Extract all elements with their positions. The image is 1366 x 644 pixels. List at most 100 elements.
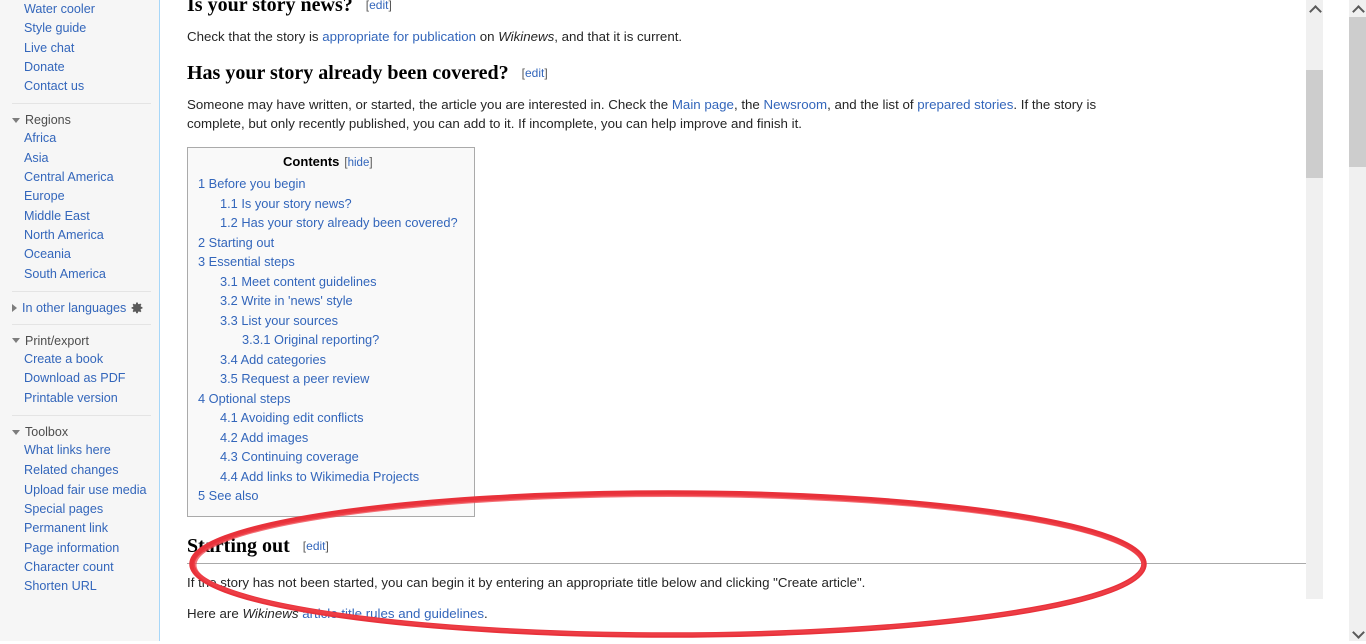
sidebar-item-donate[interactable]: Donate <box>0 58 159 77</box>
list-item: Special pages <box>0 500 159 519</box>
scroll-up-button[interactable] <box>1306 0 1323 18</box>
list-item: Central America <box>0 168 159 187</box>
sidebar-tool-what-links-here[interactable]: What links here <box>0 441 159 460</box>
edit-link-has-your-story-been-covered[interactable]: [edit] <box>522 66 548 80</box>
toc-link-is-your-story-news-[interactable]: 1.1 Is your story news? <box>220 196 352 211</box>
sidebar-item-water-cooler[interactable]: Water cooler <box>0 0 159 19</box>
sidebar-print-download-as-pdf[interactable]: Download as PDF <box>0 369 159 388</box>
list-item: Related changes <box>0 461 159 480</box>
toc-link-has-your-story-already-been-covered-[interactable]: 1.2 Has your story already been covered? <box>220 215 458 230</box>
chevron-right-icon <box>12 303 17 312</box>
sidebar-region-europe[interactable]: Europe <box>0 187 159 206</box>
link-appropriate-for-publication[interactable]: appropriate for publication <box>322 29 476 44</box>
inner-panel-scrollbar[interactable] <box>1306 0 1323 599</box>
toc-link-starting-out[interactable]: 2 Starting out <box>198 235 274 250</box>
toc-link-optional-steps[interactable]: 4 Optional steps <box>198 391 290 406</box>
link-article-title-rules[interactable]: article title rules and guidelines <box>302 606 484 621</box>
toc-item: 3.2 Write in 'news' style <box>198 291 458 311</box>
list-item: Upload fair use media <box>0 480 159 500</box>
list-item: Live chat <box>0 39 159 58</box>
sidebar-heading-regions[interactable]: Regions <box>0 109 159 129</box>
chevron-down-icon <box>1351 625 1365 639</box>
edit-link-is-your-story-news[interactable]: [edit] <box>366 0 392 12</box>
sidebar-print-create-a-book[interactable]: Create a book <box>0 350 159 369</box>
scroll-down-button[interactable] <box>1349 624 1366 641</box>
toc-title: Contents [hide] <box>198 154 458 169</box>
table-of-contents: Contents [hide] 1 Before you begin 1.1 Is … <box>187 147 475 517</box>
sidebar-tool-permanent-link[interactable]: Permanent link <box>0 519 159 538</box>
list-item: Permanent link <box>0 519 159 538</box>
toc-link-write-in-news-style[interactable]: 3.2 Write in 'news' style <box>220 293 353 308</box>
sidebar-tool-related-changes[interactable]: Related changes <box>0 461 159 480</box>
toc-item: 3.3 List your sources <box>198 311 458 331</box>
toc-link-meet-content-guidelines[interactable]: 3.1 Meet content guidelines <box>220 274 377 289</box>
paragraph-is-your-story-news: Check that the story is appropriate for … <box>187 29 683 44</box>
link-prepared-stories[interactable]: prepared stories <box>917 97 1013 112</box>
sidebar-item-style-guide[interactable]: Style guide <box>0 19 159 38</box>
toc-link-add-images[interactable]: 4.2 Add images <box>220 430 308 445</box>
sidebar-region-middle-east[interactable]: Middle East <box>0 207 159 226</box>
sidebar-other-languages-label[interactable]: In other languages <box>22 301 126 315</box>
sidebar-region-asia[interactable]: Asia <box>0 149 159 168</box>
toc-item: 1.2 Has your story already been covered? <box>198 213 458 233</box>
toc-link-original-reporting-[interactable]: 3.3.1 Original reporting? <box>242 332 379 347</box>
toc-item: 4.1 Avoiding edit conflicts <box>198 408 458 428</box>
toc-item: 3 Essential steps <box>198 252 458 272</box>
sidebar-section-regions: Regions Africa Asia Central America Europe M… <box>0 109 159 283</box>
scroll-up-button[interactable] <box>1349 0 1366 18</box>
paragraph-has-your-story-been-covered: Someone may have written, or started, th… <box>187 97 1097 131</box>
list-item: Asia <box>0 149 159 168</box>
toc-link-before-you-begin[interactable]: 1 Before you begin <box>198 176 305 191</box>
sidebar-tool-shorten-url[interactable]: Shorten URL <box>0 577 159 596</box>
toc-link-list-your-sources[interactable]: 3.3 List your sources <box>220 313 338 328</box>
toc-item: 3.3.1 Original reporting? <box>198 330 458 350</box>
sidebar-region-north-america[interactable]: North America <box>0 226 159 245</box>
heading-is-your-story-news-label: Is your story news? <box>187 0 353 16</box>
toc-item: 2 Starting out <box>198 233 458 253</box>
list-item: Character count <box>0 558 159 577</box>
link-main-page[interactable]: Main page <box>672 97 734 112</box>
toc-item: 3.5 Request a peer review <box>198 369 458 389</box>
sidebar-region-africa[interactable]: Africa <box>0 129 159 148</box>
sidebar-item-live-chat[interactable]: Live chat <box>0 39 159 58</box>
sidebar-region-central-america[interactable]: Central America <box>0 168 159 187</box>
gear-icon[interactable] <box>131 302 143 314</box>
list-item: North America <box>0 226 159 245</box>
sidebar-region-oceania[interactable]: Oceania <box>0 245 159 264</box>
toc-item: 1 Before you begin <box>198 174 458 194</box>
sidebar-heading-other-languages[interactable]: In other languages <box>0 297 159 317</box>
toc-link-add-categories[interactable]: 3.4 Add categories <box>220 352 326 367</box>
sidebar-print-printable-version[interactable]: Printable version <box>0 388 159 408</box>
scrollbar-thumb[interactable] <box>1349 17 1366 167</box>
scrollbar-thumb[interactable] <box>1306 70 1323 178</box>
list-item: South America <box>0 265 159 284</box>
list-item: Europe <box>0 187 159 206</box>
toc-item: 4.4 Add links to Wikimedia Projects <box>198 467 458 487</box>
sidebar-tool-character-count[interactable]: Character count <box>0 558 159 577</box>
toc-hide-toggle[interactable]: [hide] <box>344 157 372 169</box>
sidebar-print-export-list: Create a book Download as PDF Printable ve… <box>0 350 159 409</box>
link-newsroom[interactable]: Newsroom <box>764 97 828 112</box>
list-item: Create a book <box>0 350 159 369</box>
sidebar-tool-upload-fair-use-media[interactable]: Upload fair use media <box>0 480 159 500</box>
sidebar-item-contact-us[interactable]: Contact us <box>0 77 159 96</box>
toc-link-essential-steps[interactable]: 3 Essential steps <box>198 254 295 269</box>
sidebar-region-south-america[interactable]: South America <box>0 265 159 284</box>
toc-link-avoiding-edit-conflicts[interactable]: 4.1 Avoiding edit conflicts <box>220 410 363 425</box>
sidebar-heading-toolbox[interactable]: Toolbox <box>0 421 159 441</box>
sidebar-tool-page-information[interactable]: Page information <box>0 539 159 558</box>
heading-starting-out-label: Starting out <box>187 534 290 557</box>
sidebar-tool-special-pages[interactable]: Special pages <box>0 500 159 519</box>
toc-item: 1.1 Is your story news? <box>198 194 458 214</box>
sidebar-divider-3 <box>12 323 151 325</box>
toc-list: 1 Before you begin 1.1 Is your story news… <box>198 174 458 506</box>
toc-link-request-a-peer-review[interactable]: 3.5 Request a peer review <box>220 371 369 386</box>
toc-link-continuing-coverage[interactable]: 4.3 Continuing coverage <box>220 449 359 464</box>
edit-link-starting-out[interactable]: [edit] <box>303 539 329 553</box>
sidebar-heading-print-export[interactable]: Print/export <box>0 330 159 350</box>
toc-title-label: Contents <box>283 154 340 169</box>
toc-link-see-also[interactable]: 5 See also <box>198 488 258 503</box>
page-scrollbar[interactable] <box>1349 0 1366 641</box>
toc-link-add-links-to-wikimedia-projects[interactable]: 4.4 Add links to Wikimedia Projects <box>220 469 419 484</box>
toc-item: 3.1 Meet content guidelines <box>198 272 458 292</box>
